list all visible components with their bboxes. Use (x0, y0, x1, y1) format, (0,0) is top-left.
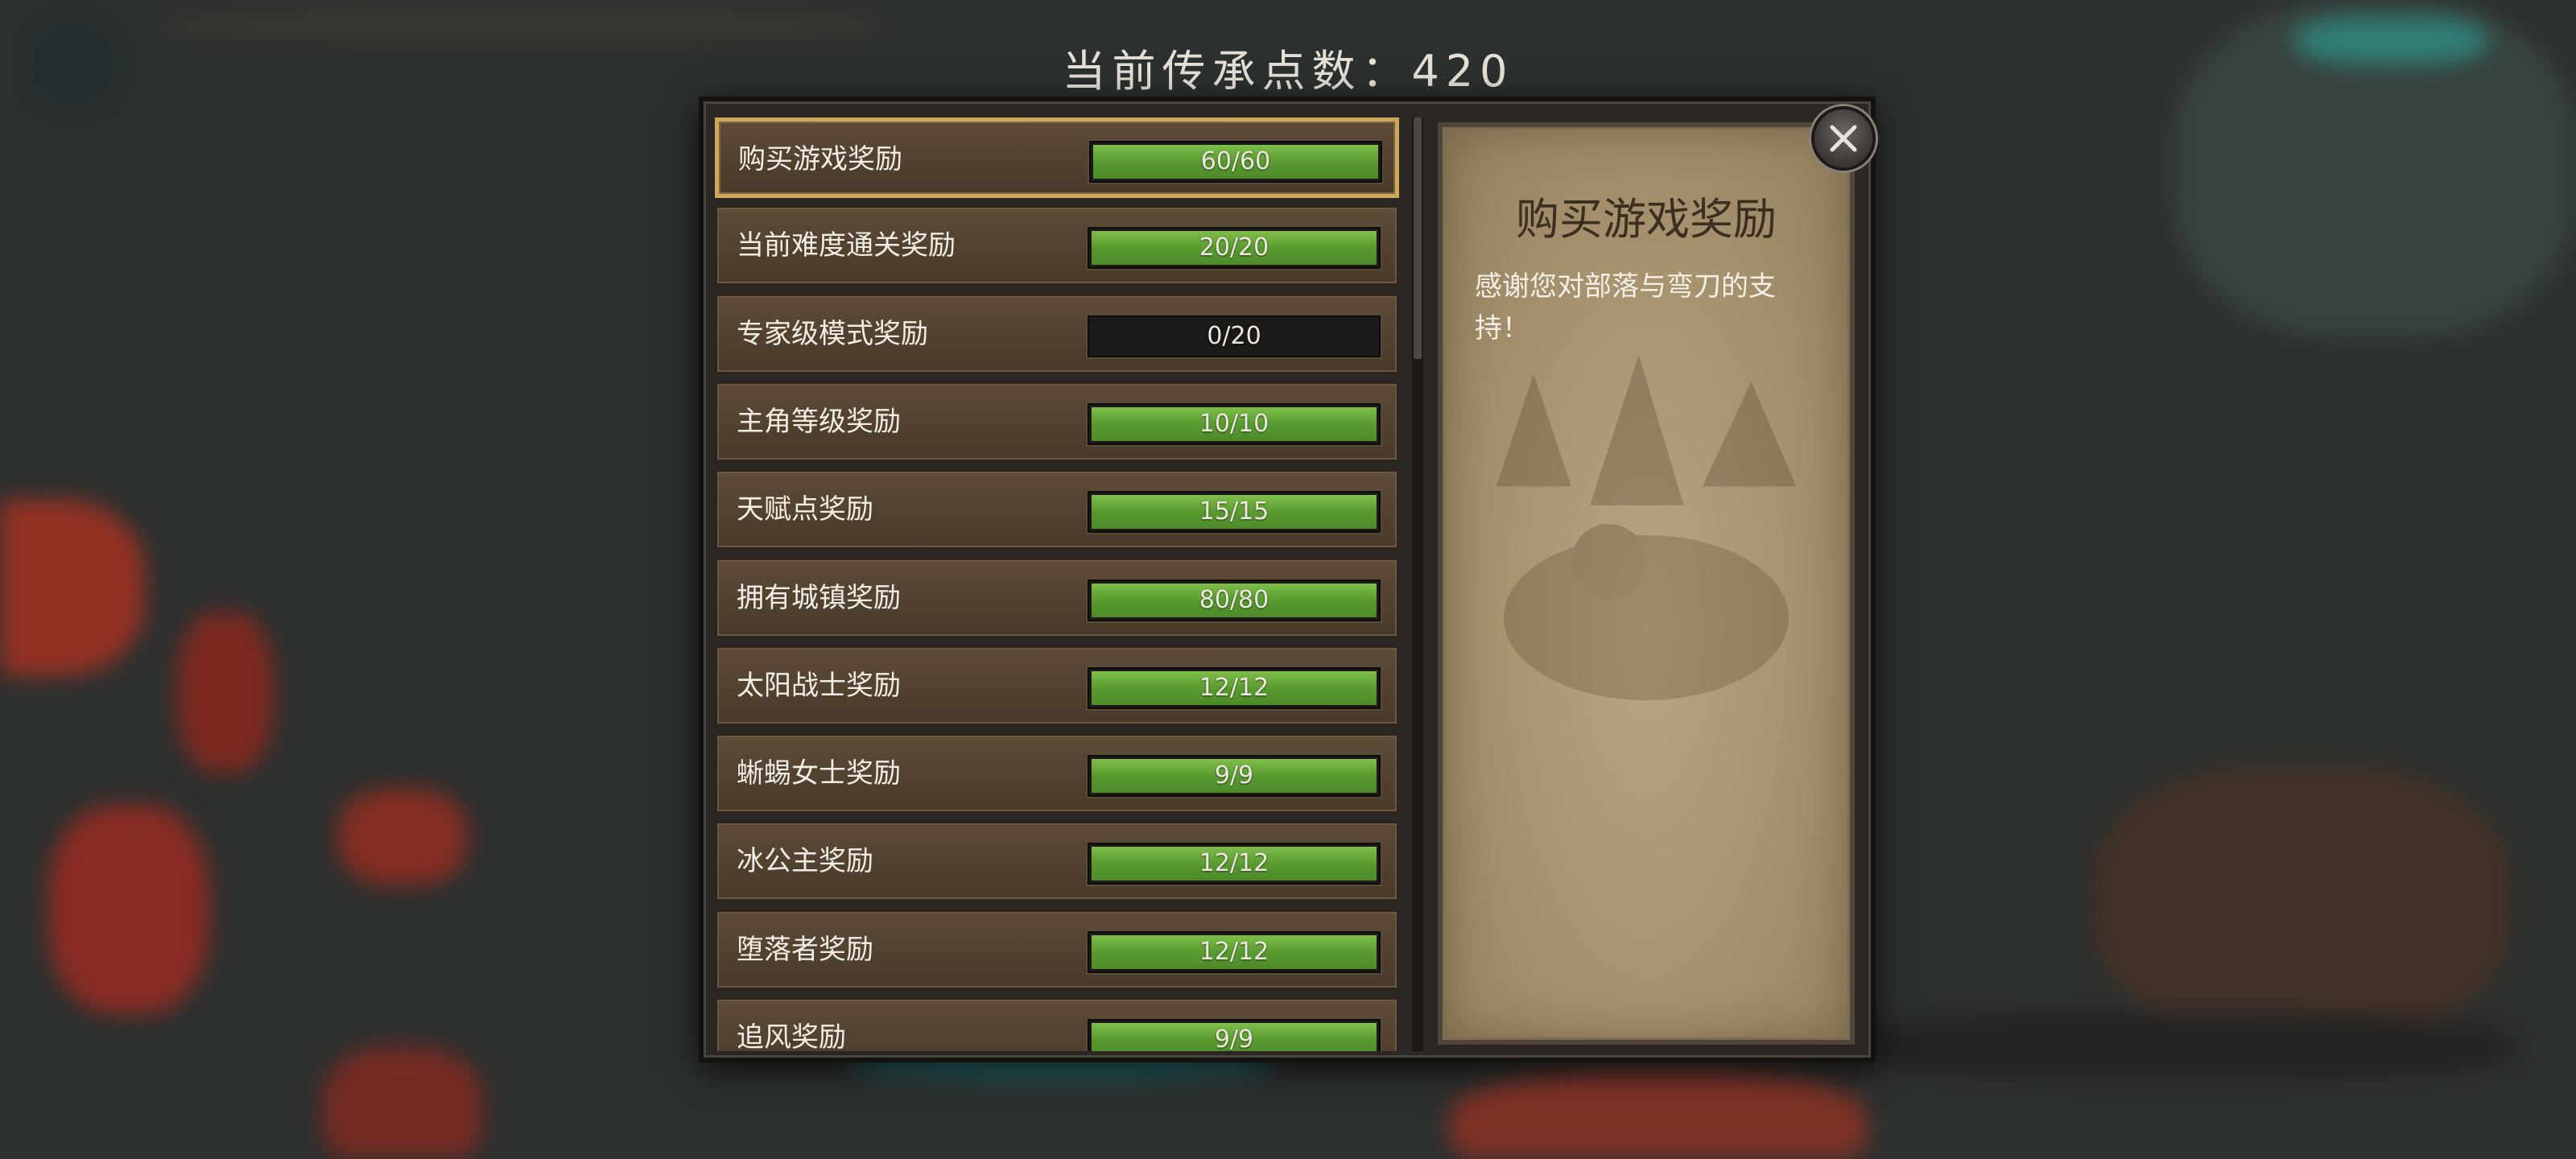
reward-row[interactable]: 追风奖励 9/9 (715, 997, 1399, 1051)
reward-row[interactable]: 当前难度通关奖励 20/20 (715, 205, 1399, 287)
reward-label: 追风奖励 (737, 1021, 846, 1051)
detail-title: 购买游戏奖励 (1516, 194, 1777, 245)
reward-label: 购买游戏奖励 (738, 143, 902, 175)
reward-row[interactable]: 太阳战士奖励 12/12 (715, 645, 1399, 726)
reward-progress-text: 9/9 (1214, 761, 1254, 790)
reward-progress-bar: 12/12 (1088, 930, 1381, 973)
reward-progress-text: 12/12 (1199, 673, 1269, 702)
detail-background-illustration (1496, 355, 1797, 701)
reward-label: 主角等级奖励 (737, 405, 901, 438)
reward-progress-text: 12/12 (1199, 849, 1269, 878)
reward-row[interactable]: 专家级模式奖励 0/20 (715, 293, 1399, 374)
scrollbar-thumb[interactable] (1414, 118, 1422, 359)
reward-row[interactable]: 蜥蜴女士奖励 9/9 (715, 733, 1399, 815)
reward-row[interactable]: 冰公主奖励 12/12 (715, 821, 1399, 902)
reward-progress-bar: 60/60 (1089, 141, 1382, 183)
reward-progress-bar: 0/20 (1088, 315, 1381, 357)
reward-progress-text: 12/12 (1199, 937, 1269, 966)
reward-list-scrollbar[interactable] (1412, 118, 1423, 1051)
reward-label: 冰公主奖励 (737, 845, 873, 878)
detail-description: 感谢您对部落与弯刀的支持！ (1475, 270, 1776, 344)
reward-row[interactable]: 堕落者奖励 12/12 (715, 909, 1399, 990)
reward-progress-bar: 12/12 (1088, 843, 1381, 885)
reward-progress-text: 9/9 (1214, 1025, 1254, 1051)
reward-progress-text: 0/20 (1207, 321, 1261, 350)
reward-progress-bar: 15/15 (1088, 491, 1381, 534)
reward-label: 拥有城镇奖励 (737, 581, 901, 614)
reward-label: 专家级模式奖励 (737, 317, 928, 350)
reward-progress-text: 15/15 (1199, 497, 1269, 526)
reward-progress-bar: 9/9 (1088, 755, 1381, 798)
reward-list[interactable]: 购买游戏奖励 60/60 当前难度通关奖励 20/20 专家级模式奖励 0/20 主角等级奖… (715, 118, 1399, 1051)
reward-progress-bar: 20/20 (1088, 227, 1381, 270)
reward-progress-text: 20/20 (1199, 233, 1269, 262)
reward-progress-text: 60/60 (1200, 147, 1271, 175)
reward-label: 当前难度通关奖励 (737, 229, 956, 262)
reward-progress-bar: 10/10 (1088, 402, 1381, 445)
reward-row[interactable]: 主角等级奖励 10/10 (715, 381, 1399, 462)
reward-progress-text: 80/80 (1199, 585, 1269, 614)
reward-detail-panel: 购买游戏奖励 感谢您对部落与弯刀的支持！ (1438, 122, 1855, 1045)
reward-progress-bar: 12/12 (1088, 666, 1381, 709)
reward-row[interactable]: 天赋点奖励 15/15 (715, 469, 1399, 551)
reward-label: 太阳战士奖励 (737, 669, 901, 702)
legacy-points-title: 当前传承点数：420 (1062, 46, 1514, 97)
reward-progress-bar: 80/80 (1088, 579, 1381, 621)
close-icon (1830, 125, 1857, 152)
reward-progress-text: 10/10 (1199, 409, 1269, 438)
close-button[interactable] (1811, 106, 1876, 171)
reward-label: 堕落者奖励 (737, 933, 873, 966)
reward-row[interactable]: 购买游戏奖励 60/60 (715, 118, 1399, 198)
reward-label: 蜥蜴女士奖励 (737, 757, 901, 790)
reward-progress-bar: 9/9 (1088, 1019, 1381, 1051)
reward-row[interactable]: 拥有城镇奖励 80/80 (715, 557, 1399, 638)
legacy-rewards-panel: 购买游戏奖励 60/60 当前难度通关奖励 20/20 专家级模式奖励 0/20 主角等级奖… (699, 97, 1876, 1062)
reward-label: 天赋点奖励 (737, 493, 873, 526)
